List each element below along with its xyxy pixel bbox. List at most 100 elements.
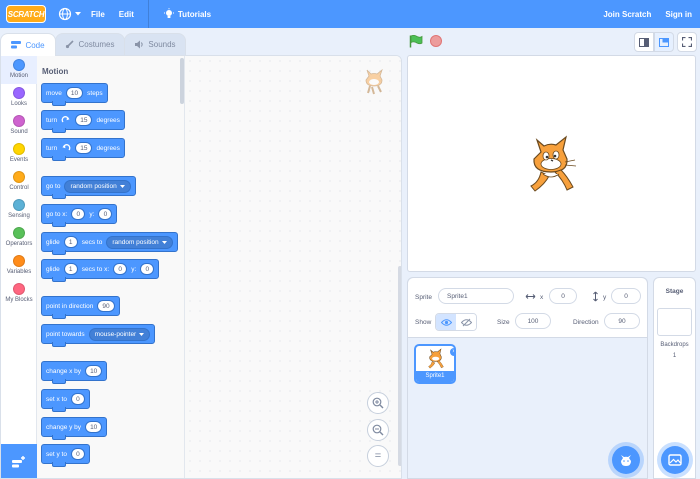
size-field[interactable]: 100 xyxy=(515,313,551,329)
file-menu[interactable]: File xyxy=(91,10,105,19)
chevron-down-icon xyxy=(75,12,81,16)
set-y-input[interactable]: 0 xyxy=(70,448,85,460)
add-extension-button[interactable] xyxy=(1,444,37,478)
sprite-name-field[interactable]: Sprite1 xyxy=(438,288,514,304)
x-position-field[interactable]: 0 xyxy=(549,288,577,304)
change-x-block[interactable]: change x by 10 xyxy=(41,361,108,384)
set-x-input[interactable]: 0 xyxy=(70,393,85,405)
move-steps-block[interactable]: move 10 steps xyxy=(41,83,108,106)
go-to-target-dropdown[interactable]: random position xyxy=(64,179,131,193)
block-text: degrees xyxy=(96,144,120,152)
degrees-input[interactable]: 15 xyxy=(75,142,93,154)
x-input[interactable]: 0 xyxy=(113,263,128,275)
change-y-block[interactable]: change y by 10 xyxy=(41,417,108,440)
tab-code[interactable]: Code xyxy=(0,33,56,56)
steps-input[interactable]: 10 xyxy=(65,87,84,99)
block-text: glide xyxy=(46,238,60,246)
edit-menu[interactable]: Edit xyxy=(119,10,134,19)
category-label: Control xyxy=(9,185,29,191)
change-x-input[interactable]: 10 xyxy=(85,365,103,377)
category-my-blocks[interactable]: My Blocks xyxy=(1,280,37,308)
go-to-block[interactable]: go to random position xyxy=(41,176,136,199)
visibility-toggle xyxy=(435,313,477,331)
dropdown-value: random position xyxy=(112,238,159,246)
zoom-reset-icon: = xyxy=(374,450,382,462)
category-variables[interactable]: Variables xyxy=(1,252,37,280)
sprite-cat-icon[interactable] xyxy=(521,134,583,196)
category-sound[interactable]: Sound xyxy=(1,112,37,140)
scratch-logo[interactable]: SCRATCH xyxy=(6,5,46,23)
script-workspace[interactable]: = xyxy=(185,56,401,478)
y-position-field[interactable]: 0 xyxy=(611,288,641,304)
block-text: secs to xyxy=(81,238,103,246)
speaker-icon xyxy=(135,40,144,49)
normal-stage-button[interactable] xyxy=(654,32,674,52)
zoom-in-button[interactable] xyxy=(367,392,389,414)
sign-in-link[interactable]: Sign in xyxy=(665,10,692,19)
category-label: Looks xyxy=(10,101,27,107)
category-looks[interactable]: Looks xyxy=(1,84,37,112)
zoom-in-icon xyxy=(372,397,384,409)
x-label: x xyxy=(540,294,544,301)
direction-input[interactable]: 90 xyxy=(97,300,115,312)
show-sprite-button[interactable] xyxy=(436,314,456,330)
green-flag-icon[interactable] xyxy=(409,35,423,48)
y-input[interactable]: 0 xyxy=(98,208,113,220)
secs-input[interactable]: 1 xyxy=(63,263,78,275)
go-to-xy-block[interactable]: go to x: 0 y: 0 xyxy=(41,204,118,227)
category-sensing[interactable]: Sensing xyxy=(1,196,37,224)
category-control[interactable]: Control xyxy=(1,168,37,196)
tutorials-button[interactable]: Tutorials xyxy=(163,8,211,20)
tab-costumes[interactable]: Costumes xyxy=(55,33,125,55)
category-motion[interactable]: Motion xyxy=(1,56,37,84)
direction-field[interactable]: 90 xyxy=(604,313,640,329)
delete-sprite-icon[interactable]: × xyxy=(450,348,454,356)
stop-button[interactable] xyxy=(430,35,442,47)
stage-thumbnail[interactable] xyxy=(657,308,692,336)
add-sprite-button[interactable] xyxy=(612,446,640,474)
control-dot xyxy=(13,171,25,183)
stage-canvas[interactable] xyxy=(407,55,696,272)
block-text: point in direction xyxy=(46,302,94,310)
sprite-thumbnail[interactable]: × Sprite1 xyxy=(414,344,456,384)
x-input[interactable]: 0 xyxy=(71,208,86,220)
fullscreen-button[interactable] xyxy=(677,32,697,52)
palette-scrollbar[interactable] xyxy=(180,58,184,104)
category-label: Sensing xyxy=(8,213,30,219)
code-area: Motion Looks Sound Events Control Sensin… xyxy=(0,55,402,479)
point-towards-dropdown[interactable]: mouse-pointer xyxy=(88,327,151,341)
block-text: y: xyxy=(89,210,95,218)
normal-stage-icon xyxy=(659,37,669,47)
sprite-pane: Sprite Sprite1 x 0 y 0 Show Size 100 Dir… xyxy=(407,277,648,479)
y-input[interactable]: 0 xyxy=(140,263,155,275)
glide-xy-block[interactable]: glide 1 secs to x: 0 y: 0 xyxy=(41,259,160,282)
point-towards-block[interactable]: point towards mouse-pointer xyxy=(41,324,156,347)
zoom-out-icon xyxy=(372,424,384,436)
chevron-down-icon xyxy=(161,240,167,244)
hide-sprite-button[interactable] xyxy=(456,314,476,330)
glide-block[interactable]: glide 1 secs to random position xyxy=(41,232,178,255)
point-in-direction-block[interactable]: point in direction 90 xyxy=(41,296,120,319)
zoom-reset-button[interactable]: = xyxy=(367,445,389,467)
set-x-block[interactable]: set x to 0 xyxy=(41,389,90,412)
join-scratch-link[interactable]: Join Scratch xyxy=(603,10,651,19)
set-y-block[interactable]: set y to 0 xyxy=(41,444,90,467)
turn-right-block[interactable]: turn 15 degrees xyxy=(41,110,125,133)
zoom-out-button[interactable] xyxy=(367,419,389,441)
category-events[interactable]: Events xyxy=(1,140,37,168)
eye-slash-icon xyxy=(460,318,472,326)
turn-left-block[interactable]: turn 15 degrees xyxy=(41,138,125,161)
stage-target-pane[interactable]: Stage Backdrops 1 xyxy=(653,277,696,479)
change-y-input[interactable]: 10 xyxy=(85,421,103,433)
workspace-scrollbar[interactable] xyxy=(398,266,401,466)
add-backdrop-button[interactable] xyxy=(661,446,689,474)
secs-input[interactable]: 1 xyxy=(63,236,78,248)
tab-code-label: Code xyxy=(25,40,45,50)
tab-sounds[interactable]: Sounds xyxy=(124,33,186,55)
language-menu[interactable] xyxy=(58,7,81,21)
small-stage-button[interactable] xyxy=(634,32,654,52)
category-operators[interactable]: Operators xyxy=(1,224,37,252)
degrees-input[interactable]: 15 xyxy=(75,114,93,126)
glide-target-dropdown[interactable]: random position xyxy=(106,235,173,249)
block-text: move xyxy=(46,89,62,97)
